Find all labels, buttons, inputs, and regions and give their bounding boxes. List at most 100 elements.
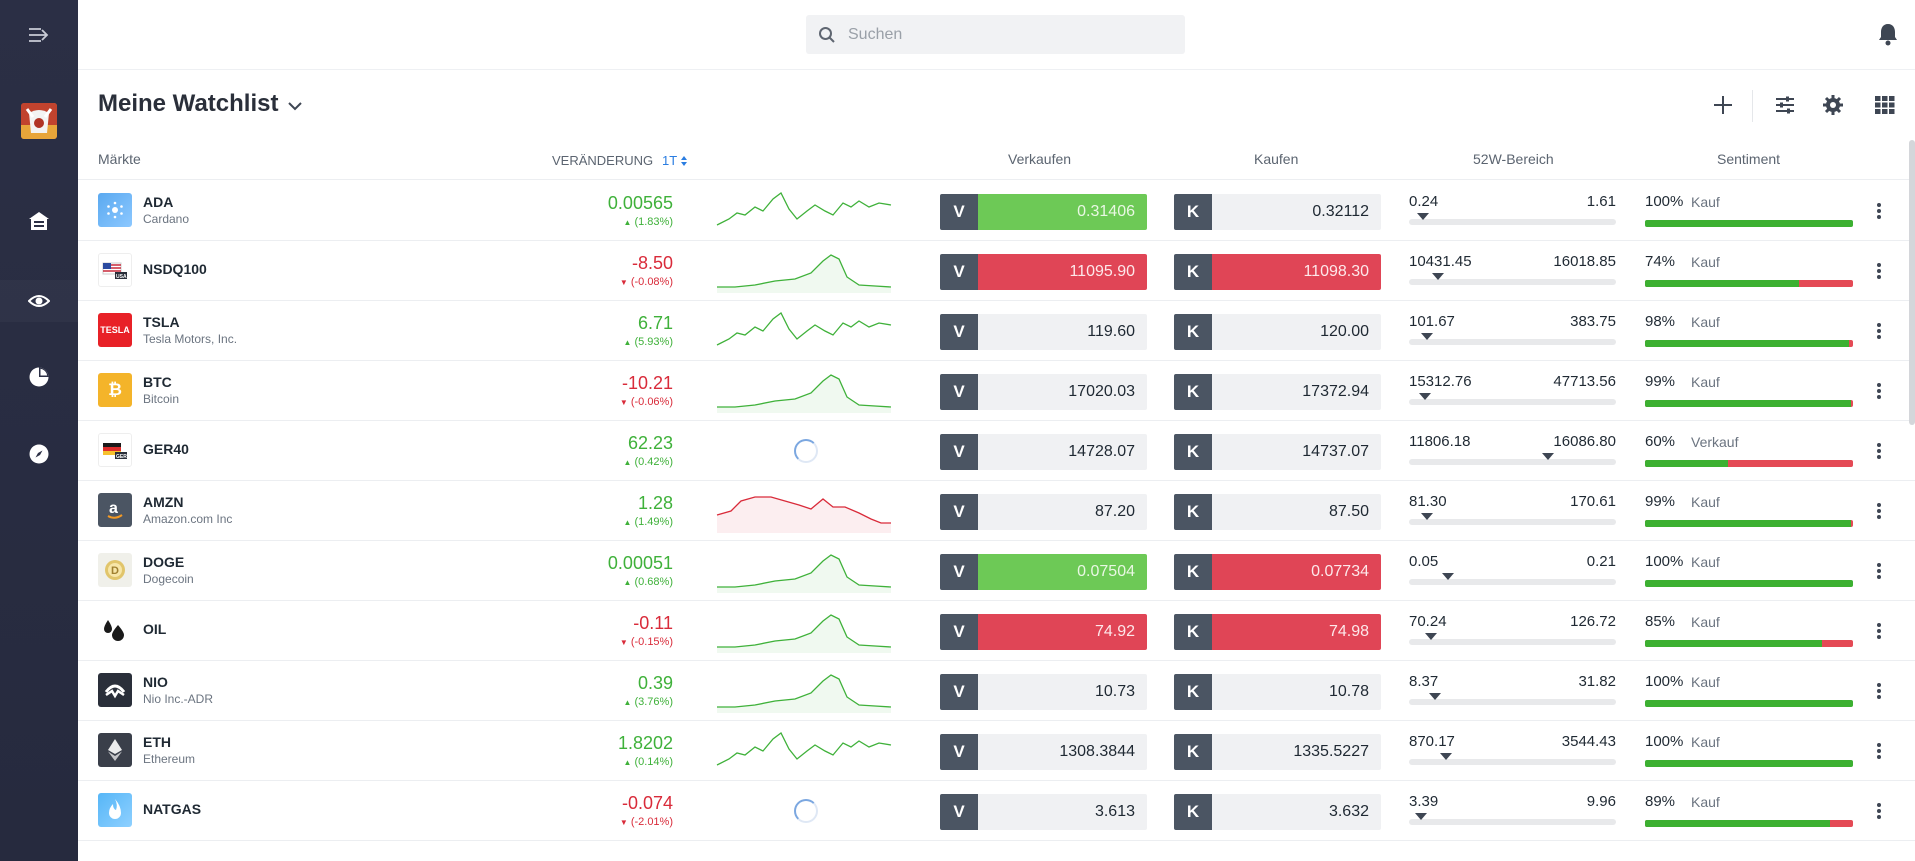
market-symbol[interactable]: TSLA [143, 314, 180, 330]
settings-gear-icon[interactable] [1820, 92, 1846, 118]
table-row[interactable]: OIL -0.11 ▼ (-0.15%) V 74.92 K 74.98 70.2… [78, 601, 1915, 661]
discover-compass-icon[interactable] [22, 437, 56, 471]
sentiment-percent: 99% [1645, 373, 1676, 390]
sentiment-fill [1645, 400, 1851, 407]
buy-button[interactable]: K 11098.30 [1174, 254, 1381, 290]
sell-label: V [940, 314, 978, 350]
sell-button[interactable]: V 0.07504 [940, 554, 1147, 590]
more-options-icon[interactable] [1870, 561, 1888, 581]
market-symbol[interactable]: NSDQ100 [143, 261, 207, 277]
arrow-up-icon: ▲ [623, 578, 632, 587]
filter-sliders-icon[interactable] [1772, 92, 1798, 118]
sell-button[interactable]: V 10.73 [940, 674, 1147, 710]
sell-label: V [940, 254, 978, 290]
sentiment-label: Kauf [1691, 194, 1720, 210]
collapse-menu-icon[interactable] [22, 18, 56, 52]
sell-button[interactable]: V 0.31406 [940, 194, 1147, 230]
logo-text: TESLA [100, 325, 130, 335]
grid-view-icon[interactable] [1872, 92, 1898, 118]
market-symbol[interactable]: DOGE [143, 554, 184, 570]
table-row[interactable]: a AMZN Amazon.com Inc 1.28 ▲ (1.49%) V 87… [78, 481, 1915, 541]
buy-button[interactable]: K 10.78 [1174, 674, 1381, 710]
buy-button[interactable]: K 87.50 [1174, 494, 1381, 530]
more-options-icon[interactable] [1870, 201, 1888, 221]
market-symbol[interactable]: BTC [143, 374, 172, 390]
sell-button[interactable]: V 11095.90 [940, 254, 1147, 290]
sort-icon [681, 155, 688, 166]
table-row[interactable]: TESLA TSLA Tesla Motors, Inc. 6.71 ▲ (5.9… [78, 301, 1915, 361]
period-selector[interactable]: 1T [662, 153, 688, 168]
sentiment-bar [1645, 700, 1853, 707]
col-header-change[interactable]: VERÄNDERUNG [552, 153, 653, 168]
table-row[interactable]: ₿ BTC Bitcoin -10.21 ▼ (-0.06%) V 17020.0… [78, 361, 1915, 421]
more-options-icon[interactable] [1870, 621, 1888, 641]
market-symbol[interactable]: OIL [143, 621, 166, 637]
sell-button[interactable]: V 87.20 [940, 494, 1147, 530]
market-symbol[interactable]: GER40 [143, 441, 189, 457]
market-symbol[interactable]: ADA [143, 194, 173, 210]
more-options-icon[interactable] [1870, 321, 1888, 341]
svg-text:a: a [109, 500, 118, 517]
sentiment-fill [1645, 280, 1799, 287]
more-options-icon[interactable] [1870, 801, 1888, 821]
sell-button[interactable]: V 1308.3844 [940, 734, 1147, 770]
change-percent-value: (1.49%) [634, 516, 673, 528]
buy-price: 0.32112 [1212, 194, 1381, 230]
buy-button[interactable]: K 0.07734 [1174, 554, 1381, 590]
svg-text:D: D [111, 565, 119, 577]
cardano-icon [98, 193, 132, 227]
sell-button[interactable]: V 119.60 [940, 314, 1147, 350]
sell-button[interactable]: V 14728.07 [940, 434, 1147, 470]
arrow-down-icon: ▼ [619, 398, 628, 407]
table-row[interactable]: NIO Nio Inc.-ADR 0.39 ▲ (3.76%) V 10.73 K… [78, 661, 1915, 721]
more-options-icon[interactable] [1870, 501, 1888, 521]
sell-label: V [940, 194, 978, 230]
scrollbar[interactable] [1909, 140, 1915, 425]
buy-button[interactable]: K 3.632 [1174, 794, 1381, 830]
buy-button[interactable]: K 0.32112 [1174, 194, 1381, 230]
add-icon[interactable] [1710, 92, 1736, 118]
table-row[interactable]: NATGAS -0.074 ▼ (-2.01%) V 3.613 K 3.632 … [78, 781, 1915, 841]
range-marker [1542, 453, 1554, 460]
notifications-bell-icon[interactable] [1877, 22, 1901, 46]
buy-label: K [1174, 734, 1212, 770]
col-header-sentiment: Sentiment [1717, 151, 1781, 167]
table-row[interactable]: D DOGE Dogecoin 0.00051 ▲ (0.68%) V 0.075… [78, 541, 1915, 601]
more-options-icon[interactable] [1870, 681, 1888, 701]
table-row[interactable]: USA NSDQ100 -8.50 ▼ (-0.08%) V 11095.90 K… [78, 241, 1915, 301]
sell-button[interactable]: V 3.613 [940, 794, 1147, 830]
portfolio-pie-icon[interactable] [22, 360, 56, 394]
buy-button[interactable]: K 120.00 [1174, 314, 1381, 350]
market-symbol[interactable]: AMZN [143, 494, 183, 510]
watchlist-eye-icon[interactable] [22, 284, 56, 318]
market-symbol[interactable]: NATGAS [143, 801, 201, 817]
market-symbol[interactable]: ETH [143, 734, 171, 750]
search-input[interactable] [848, 25, 1148, 44]
watchlist-title[interactable]: Meine Watchlist [98, 90, 303, 118]
sentiment-bar [1645, 400, 1853, 407]
sentiment-fill [1645, 580, 1853, 587]
change-value: 62.23 [627, 433, 673, 453]
buy-button[interactable]: K 1335.5227 [1174, 734, 1381, 770]
sentiment-label: Kauf [1691, 314, 1720, 330]
change-value: 0.00051 [607, 553, 673, 573]
market-symbol[interactable]: NIO [143, 674, 168, 690]
more-options-icon[interactable] [1870, 381, 1888, 401]
buy-button[interactable]: K 17372.94 [1174, 374, 1381, 410]
sell-label: V [940, 794, 978, 830]
search-box[interactable] [806, 15, 1185, 54]
range-low: 15312.76 [1409, 373, 1472, 390]
sell-button[interactable]: V 17020.03 [940, 374, 1147, 410]
table-row[interactable]: ADA Cardano 0.00565 ▲ (1.83%) V 0.31406 K… [78, 181, 1915, 241]
table-row[interactable]: GER GER40 62.23 ▲ (0.42%) V 14728.07 K 14… [78, 421, 1915, 481]
range-low: 70.24 [1409, 613, 1447, 630]
table-row[interactable]: ETH Ethereum 1.8202 ▲ (0.14%) V 1308.3844… [78, 721, 1915, 781]
more-options-icon[interactable] [1870, 441, 1888, 461]
more-options-icon[interactable] [1870, 741, 1888, 761]
buy-button[interactable]: K 14737.07 [1174, 434, 1381, 470]
more-options-icon[interactable] [1870, 261, 1888, 281]
home-icon[interactable] [22, 204, 56, 238]
buy-button[interactable]: K 74.98 [1174, 614, 1381, 650]
sell-button[interactable]: V 74.92 [940, 614, 1147, 650]
avatar[interactable] [21, 103, 57, 139]
